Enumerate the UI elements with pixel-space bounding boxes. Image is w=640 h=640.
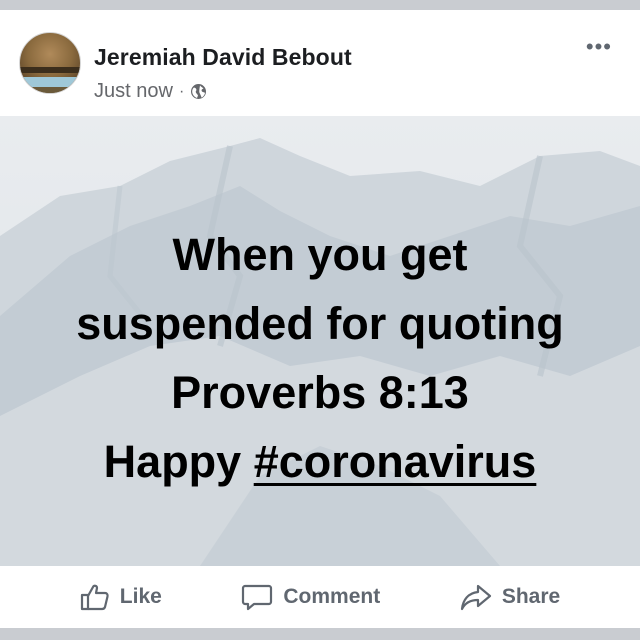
post-text-line: Proverbs 8:13 bbox=[171, 367, 469, 418]
comment-icon bbox=[242, 584, 273, 611]
post-text-line: Happy #coronavirus bbox=[0, 427, 640, 496]
like-button[interactable]: Like bbox=[80, 583, 162, 611]
post-image[interactable]: When you get suspended for quoting Prove… bbox=[0, 116, 640, 566]
like-label: Like bbox=[119, 585, 162, 608]
post-text-line: suspended for quoting bbox=[76, 298, 564, 349]
comment-label: Comment bbox=[283, 585, 381, 608]
action-bar: Like Comment Share bbox=[0, 566, 640, 628]
share-icon bbox=[460, 584, 491, 611]
author-name[interactable]: Jeremiah David Bebout bbox=[94, 44, 352, 71]
share-label: Share bbox=[501, 585, 561, 608]
comment-button[interactable]: Comment bbox=[241, 582, 380, 612]
share-button[interactable]: Share bbox=[460, 583, 560, 611]
avatar[interactable] bbox=[19, 32, 81, 94]
post-header: Jeremiah David Bebout Just now · ••• bbox=[0, 10, 640, 114]
thumbs-up-icon bbox=[80, 584, 109, 611]
meta-separator: · bbox=[178, 82, 185, 100]
post-card: Jeremiah David Bebout Just now · ••• Whe… bbox=[0, 10, 640, 628]
post-text: When you get suspended for quoting Prove… bbox=[0, 220, 640, 496]
post-text-prefix: Happy bbox=[103, 436, 254, 487]
hashtag-link[interactable]: #coronavirus bbox=[254, 436, 537, 487]
globe-icon[interactable] bbox=[190, 83, 207, 100]
timestamp[interactable]: Just now bbox=[94, 80, 173, 103]
post-text-line: When you get bbox=[172, 229, 468, 280]
post-meta: Just now · bbox=[94, 80, 207, 103]
more-options-button[interactable]: ••• bbox=[586, 34, 612, 60]
